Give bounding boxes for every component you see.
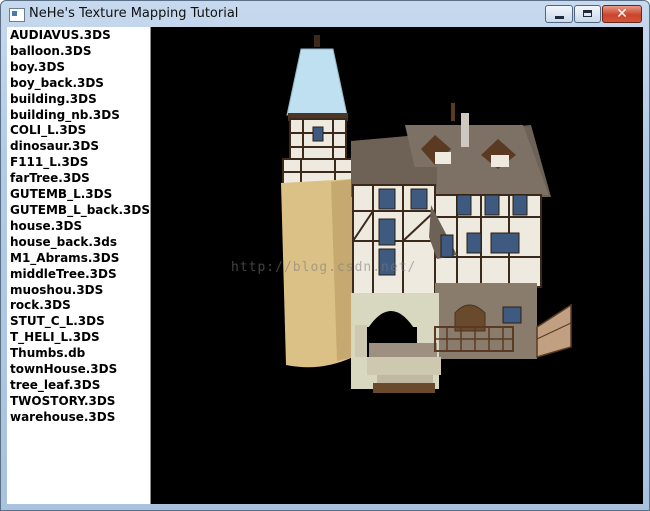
file-list-item[interactable]: dinosaur.3DS (10, 139, 150, 155)
file-list-item[interactable]: house.3DS (10, 219, 150, 235)
maximize-icon (583, 10, 592, 17)
file-list-item[interactable]: warehouse.3DS (10, 410, 150, 426)
ground-floor (351, 283, 572, 393)
title-bar[interactable]: NeHe's Texture Mapping Tutorial ✕ (1, 1, 649, 29)
file-list-item[interactable]: tree_leaf.3DS (10, 378, 150, 394)
file-list-item[interactable]: M1_Abrams.3DS (10, 251, 150, 267)
minimize-icon (555, 16, 564, 19)
file-list-item[interactable]: AUDIAVUS.3DS (10, 28, 150, 44)
tower (281, 35, 354, 368)
file-list-item[interactable]: building_nb.3DS (10, 108, 150, 124)
file-list-item[interactable]: TWOSTORY.3DS (10, 394, 150, 410)
file-list-item[interactable]: boy_back.3DS (10, 76, 150, 92)
file-list-item[interactable]: muoshou.3DS (10, 283, 150, 299)
watermark-text: http://blog.csdn.net/ (231, 260, 416, 275)
house-model-render: http://blog.csdn.net/ (231, 35, 572, 393)
client-area: AUDIAVUS.3DS balloon.3DS boy.3DS boy_back.3… (7, 27, 643, 504)
close-icon: ✕ (616, 6, 628, 22)
minimize-button[interactable] (545, 5, 573, 23)
file-list: AUDIAVUS.3DS balloon.3DS boy.3DS boy_back.3… (7, 27, 150, 426)
file-list-item[interactable]: rock.3DS (10, 298, 150, 314)
file-list-item[interactable]: Thumbs.db (10, 346, 150, 362)
file-list-item[interactable]: house_back.3ds (10, 235, 150, 251)
app-window-icon[interactable] (9, 8, 25, 22)
file-list-item[interactable]: farTree.3DS (10, 171, 150, 187)
left-timber-block (351, 167, 437, 298)
file-list-item[interactable]: middleTree.3DS (10, 267, 150, 283)
maximize-button[interactable] (574, 5, 601, 23)
app-window: NeHe's Texture Mapping Tutorial ✕ AUDIAV… (0, 0, 650, 511)
file-list-item[interactable]: T_HELI_L.3DS (10, 330, 150, 346)
file-list-item[interactable]: building.3DS (10, 92, 150, 108)
window-title: NeHe's Texture Mapping Tutorial (29, 6, 239, 21)
file-list-item[interactable]: balloon.3DS (10, 44, 150, 60)
file-list-item[interactable]: boy.3DS (10, 60, 150, 76)
file-list-item[interactable]: GUTEMB_L.3DS (10, 187, 150, 203)
file-list-item[interactable]: STUT_C_L.3DS (10, 314, 150, 330)
right-timber-block (429, 194, 542, 288)
file-list-item[interactable]: F111_L.3DS (10, 155, 150, 171)
file-list-item[interactable]: GUTEMB_L_back.3DS (10, 203, 150, 219)
opengl-viewport[interactable]: http://blog.csdn.net/ (151, 27, 643, 504)
close-button[interactable]: ✕ (602, 5, 642, 23)
file-list-item[interactable]: townHouse.3DS (10, 362, 150, 378)
model-file-list[interactable]: AUDIAVUS.3DS balloon.3DS boy.3DS boy_back.3… (7, 27, 151, 504)
file-list-item[interactable]: COLI_L.3DS (10, 123, 150, 139)
